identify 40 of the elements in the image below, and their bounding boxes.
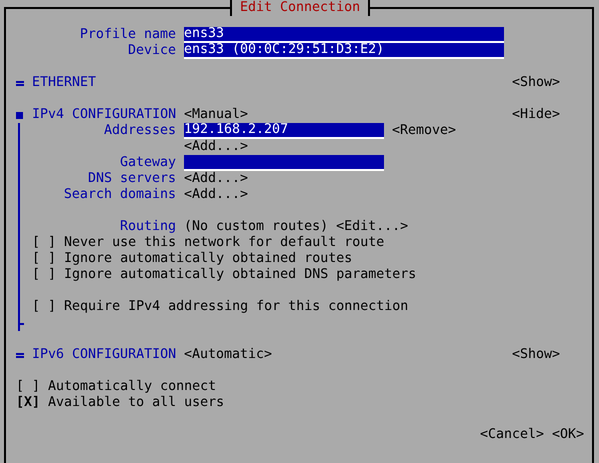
checkbox[interactable]: [ ]	[16, 379, 40, 395]
checkbox[interactable]: [ ]	[32, 299, 56, 315]
field-label: DNS servers	[86, 171, 176, 187]
section-title: ETHERNET	[32, 75, 98, 91]
field-label: Gateway	[118, 155, 176, 171]
toggle-button[interactable]: <Show>	[512, 75, 560, 91]
checkbox[interactable]: [ ]	[32, 251, 56, 267]
checkbox[interactable]: [X]	[16, 395, 40, 411]
option-label: Ignore automatically obtained routes	[64, 251, 352, 267]
mode-dropdown[interactable]: <Automatic>	[184, 347, 512, 363]
input-field[interactable]: ens33	[184, 27, 504, 43]
field-label: Device	[126, 43, 176, 59]
option-label: Never use this network for default route	[64, 235, 384, 251]
section-title: IPv4 CONFIGURATION	[32, 107, 178, 123]
cancel-button[interactable]: <Cancel>	[480, 427, 544, 443]
input-field[interactable]: 192.168.2.207	[184, 123, 384, 139]
add-button[interactable]: <Add...>	[184, 171, 248, 187]
input-field[interactable]: ens33 (00:0C:29:51:D3:E2)	[184, 43, 504, 59]
option-label: Ignore automatically obtained DNS parameters	[64, 267, 416, 283]
section-title: IPv6 CONFIGURATION	[32, 347, 178, 363]
toggle-button[interactable]: <Hide>	[512, 107, 560, 123]
add-button[interactable]: <Add...>	[184, 187, 248, 203]
field-label: Profile name	[78, 27, 176, 43]
ok-button[interactable]: <OK>	[552, 427, 584, 443]
field-label: Routing	[118, 219, 176, 235]
routing-value: (No custom routes)	[184, 219, 328, 235]
add-button[interactable]: <Add...>	[184, 139, 248, 155]
option-label: Available to all users	[48, 395, 224, 411]
toggle-button[interactable]: <Show>	[512, 347, 560, 363]
remove-button[interactable]: <Remove>	[392, 123, 456, 139]
field-label: Addresses	[102, 123, 176, 139]
window-title: Edit Connection	[230, 0, 370, 16]
input-field[interactable]	[184, 155, 384, 171]
option-label: Require IPv4 addressing for this connection	[64, 299, 408, 315]
edit-button[interactable]: <Edit...>	[336, 219, 408, 235]
checkbox[interactable]: [ ]	[32, 235, 56, 251]
field-label: Search domains	[62, 187, 176, 203]
checkbox[interactable]: [ ]	[32, 267, 56, 283]
mode-dropdown[interactable]: <Manual>	[184, 107, 512, 123]
option-label: Automatically connect	[48, 379, 216, 395]
